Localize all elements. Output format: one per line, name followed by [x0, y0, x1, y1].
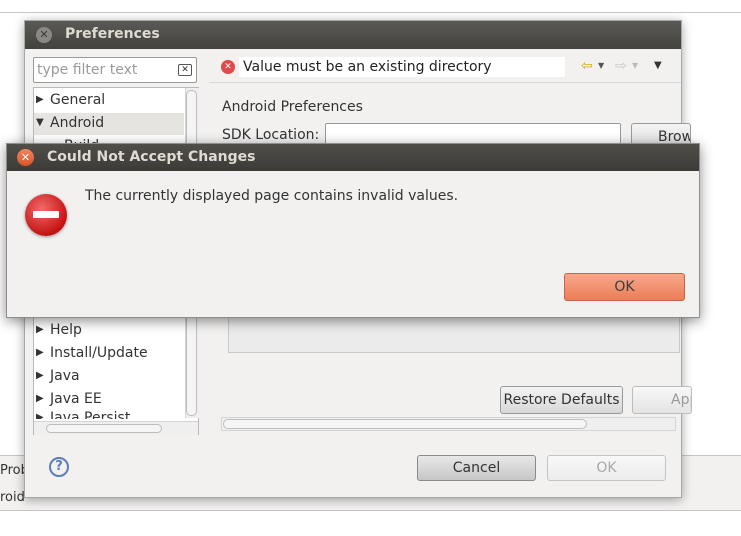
tree-item-android[interactable]: ▼ Android: [34, 113, 184, 135]
error-dialog-title: Could Not Accept Changes: [47, 149, 256, 165]
tree-horizontal-scroll-thumb[interactable]: [46, 424, 162, 433]
sdk-targets-list[interactable]: [228, 317, 680, 353]
expand-arrow-icon[interactable]: ▶: [36, 370, 44, 381]
forward-arrow-icon[interactable]: ⇨: [615, 58, 627, 74]
preferences-title: Preferences: [65, 26, 160, 42]
filter-field[interactable]: ✕: [33, 57, 197, 83]
expand-arrow-icon[interactable]: ▶: [36, 412, 44, 419]
back-arrow-icon[interactable]: ⇦: [581, 58, 593, 74]
stop-error-icon: [25, 194, 67, 236]
preferences-titlebar: ✕ Preferences: [25, 21, 681, 49]
error-dialog-titlebar: ✕ Could Not Accept Changes: [7, 144, 699, 171]
error-icon: ✕: [221, 60, 235, 74]
dialog-close-icon[interactable]: ✕: [17, 149, 34, 166]
expand-arrow-icon[interactable]: ▶: [36, 347, 44, 358]
expand-arrow-icon[interactable]: ▶: [36, 94, 44, 105]
forward-dropdown-icon[interactable]: ▼: [632, 61, 638, 70]
error-message: Value must be an existing directory: [243, 59, 492, 75]
tree-item-java[interactable]: ▶ Java: [34, 366, 184, 388]
help-icon[interactable]: ?: [49, 457, 69, 477]
preferences-close-icon[interactable]: ✕: [36, 27, 52, 43]
page-horizontal-scroll-thumb[interactable]: [223, 419, 587, 429]
ide-background-divider: [0, 12, 741, 13]
message-bar: ✕ Value must be an existing directory ⇦ …: [209, 49, 681, 83]
filter-input[interactable]: [37, 61, 173, 79]
page-title: Android Preferences: [222, 99, 363, 115]
collapse-arrow-icon[interactable]: ▼: [36, 117, 44, 128]
android-tab[interactable]: roid: [0, 490, 25, 505]
tree-item-help[interactable]: ▶ Help: [34, 320, 184, 342]
error-dialog: ✕ Could Not Accept Changes The currently…: [6, 143, 700, 318]
restore-defaults-button[interactable]: Restore Defaults: [500, 386, 623, 414]
tree-item-general[interactable]: ▶ General: [34, 90, 184, 112]
error-dialog-ok-button[interactable]: OK: [564, 273, 685, 301]
preferences-ok-button[interactable]: OK: [547, 455, 666, 481]
view-menu-icon[interactable]: ▼: [654, 60, 662, 71]
expand-arrow-icon[interactable]: ▶: [36, 393, 44, 404]
cancel-button[interactable]: Cancel: [417, 455, 536, 481]
sdk-location-label: SDK Location:: [222, 127, 320, 143]
apply-button[interactable]: Apply: [632, 386, 692, 414]
clear-filter-icon[interactable]: ✕: [178, 64, 192, 76]
error-dialog-message: The currently displayed page contains in…: [85, 188, 459, 204]
tree-item-java-persistence[interactable]: ▶ Java Persist: [34, 408, 184, 419]
back-dropdown-icon[interactable]: ▼: [598, 61, 604, 70]
tree-item-install-update[interactable]: ▶ Install/Update: [34, 343, 184, 365]
expand-arrow-icon[interactable]: ▶: [36, 324, 44, 335]
